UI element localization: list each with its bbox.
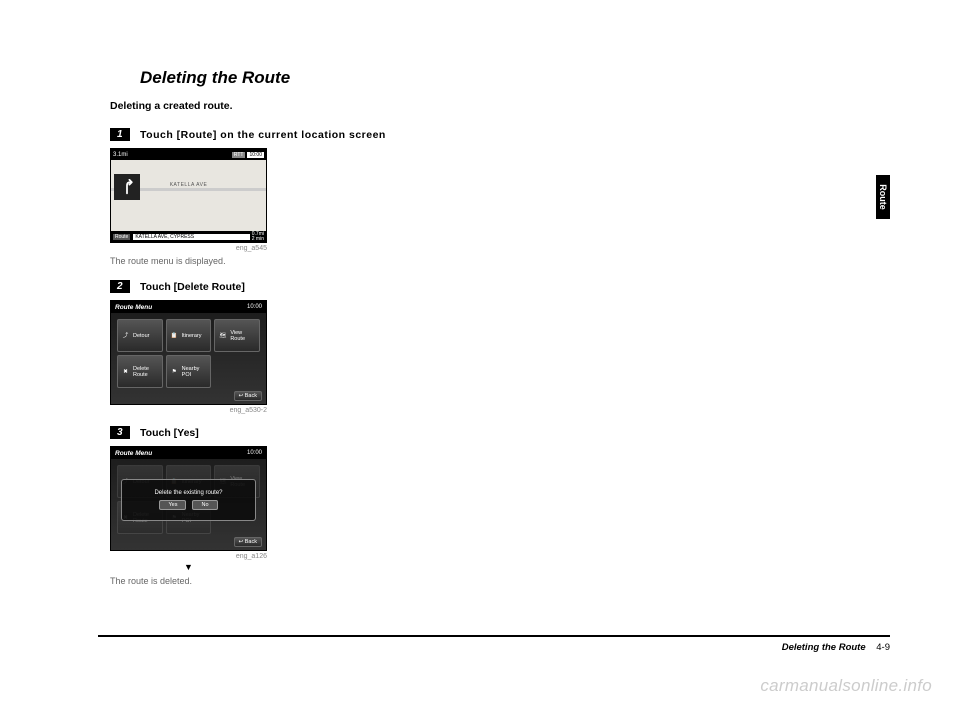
poi-icon: ⚑ [169,366,180,377]
street-label: KATELLA AVE [170,182,208,188]
step-number: 2 [110,280,130,293]
map-area: KATELLA AVE [111,160,266,231]
screenshot-confirm-dialog: Route Menu 10:00 ⤴Detour 📋Itinerary 🗺Vie… [110,446,267,551]
step-3: 3 Touch [Yes] [110,424,450,442]
menu-title: Route Menu [115,304,247,311]
result-arrow-icon: ▼ [110,562,267,572]
step-number: 3 [110,426,130,439]
step-caption: The route is deleted. [110,576,450,586]
menu-item-delete-route[interactable]: ✖Delete Route [117,355,163,388]
menu-title: Route Menu [115,450,247,457]
clock: 10:00 [247,450,262,456]
image-ref: eng_a530-2 [110,407,267,414]
view-route-icon: 🗺 [217,330,228,341]
footer-page-number: 4-9 [876,642,890,653]
itinerary-icon: 📋 [169,330,180,341]
step-1: 1 Touch [Route] on the current location … [110,126,450,144]
yes-button[interactable]: Yes [159,500,186,510]
menu-item-empty [214,355,260,388]
map-bottombar: Route KATELLA AVE, CYPRESS 0.7mi 2 min [111,231,266,242]
detour-icon: ⤴ [120,330,131,341]
step-text: Touch [Route] on the current location sc… [140,129,386,141]
section-tab-route: Route [876,175,890,219]
page-footer: Deleting the Route 4-9 [98,635,890,653]
distance-indicator: 3.1mi [113,152,232,158]
clock: 10:00 [247,152,264,158]
no-button[interactable]: No [192,500,217,510]
content-column: Deleting the Route Deleting a created ro… [110,68,450,598]
back-button[interactable]: ↩ Back [234,537,262,547]
menu-header: Route Menu 10:00 [111,301,266,313]
route-button[interactable]: Route [113,234,130,240]
menu-grid: ⤴Detour 📋Itinerary 🗺View Route ✖Delete R… [117,319,260,388]
section-tab-label: Route [878,184,888,210]
menu-item-nearby-poi[interactable]: ⚑Nearby POI [166,355,212,388]
turn-arrow-icon [114,174,140,200]
step-2: 2 Touch [Delete Route] [110,278,450,296]
screenshot-route-menu: Route Menu 10:00 ⤴Detour 📋Itinerary 🗺Vie… [110,300,267,405]
menu-header: Route Menu 10:00 [111,447,266,459]
delete-route-icon: ✖ [120,366,131,377]
menu-item-view-route[interactable]: 🗺View Route [214,319,260,352]
manual-page: Route Deleting the Route Deleting a crea… [0,0,960,708]
eta-readout: 0.7mi 2 min [252,232,264,242]
menu-item-itinerary[interactable]: 📋Itinerary [166,319,212,352]
step-text: Touch [Delete Route] [140,281,245,293]
menu-item-detour[interactable]: ⤴Detour [117,319,163,352]
back-button[interactable]: ↩ Back [234,391,262,401]
step-caption: The route menu is displayed. [110,256,450,266]
image-ref: eng_a545 [110,245,267,252]
watermark: carmanualsonline.info [760,676,932,696]
dialog-message: Delete the existing route? [154,490,222,496]
map-topbar: 3.1mi RTT 10:00 [111,149,266,160]
address-readout: KATELLA AVE, CYPRESS [133,234,249,240]
clock: 10:00 [247,304,262,310]
confirm-dialog: Delete the existing route? Yes No [121,479,256,521]
page-title: Deleting the Route [140,68,450,88]
page-subtitle: Deleting a created route. [110,100,450,112]
step-text: Touch [Yes] [140,427,199,439]
step-number: 1 [110,128,130,141]
image-ref: eng_a126 [110,553,267,560]
screenshot-map: 3.1mi RTT 10:00 KATELLA AVE Route KATELL… [110,148,267,243]
footer-title: Deleting the Route [782,642,866,653]
rtt-badge: RTT [232,152,246,158]
